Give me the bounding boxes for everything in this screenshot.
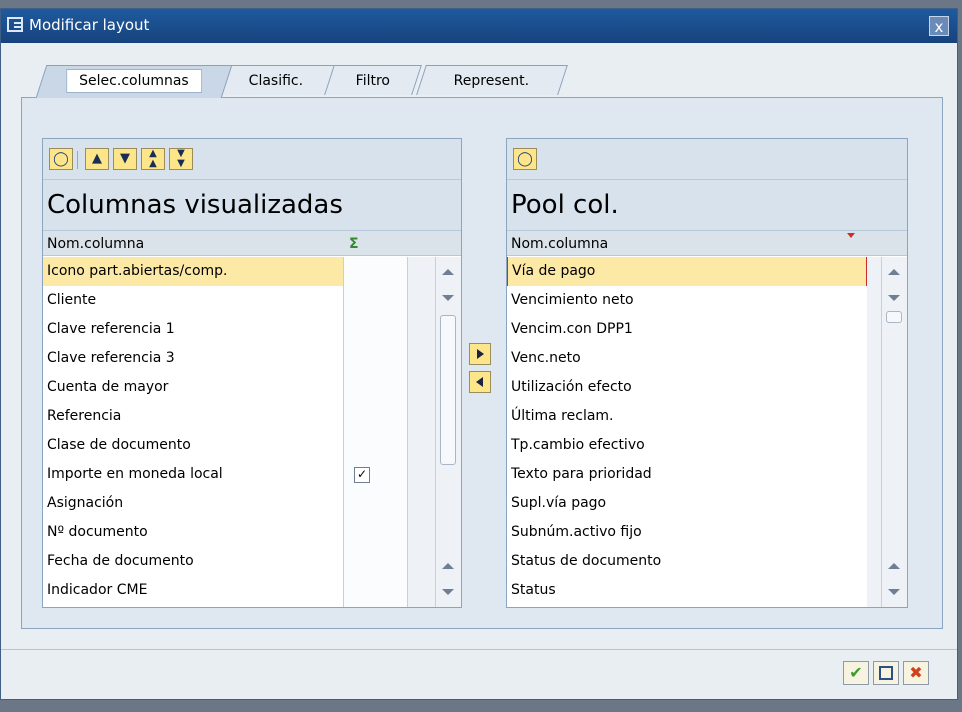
scroll-thumb[interactable]: [440, 315, 456, 465]
list-item[interactable]: Vencim.con DPP1: [507, 315, 867, 344]
tab-label: Filtro: [355, 73, 390, 89]
modify-layout-dialog: Modificar layout x Clasific. Filtro Repr…: [0, 8, 958, 700]
list-item[interactable]: Texto para prioridad: [507, 460, 867, 489]
tab-clasific[interactable]: Clasific.: [216, 65, 336, 95]
arrow-right-icon: [477, 349, 484, 359]
list-item[interactable]: Clave referencia 3: [43, 344, 343, 373]
cancel-button[interactable]: ✖: [903, 661, 929, 685]
title-bar: Modificar layout x: [1, 9, 957, 43]
sum-checkbox[interactable]: ✓: [354, 467, 370, 483]
tab-filtro[interactable]: Filtro: [324, 65, 422, 95]
right-column-header[interactable]: Nom.columna: [507, 230, 881, 256]
tab-label: Clasific.: [248, 73, 303, 89]
scroll-up-icon[interactable]: [888, 563, 900, 569]
left-toolbar: ◯ ▲ ▼ ▲ ▲ ▼ ▼: [43, 139, 461, 180]
sort-indicator-icon: [847, 233, 855, 238]
window-icon: [7, 17, 23, 32]
scroll-down-icon[interactable]: [888, 295, 900, 301]
right-heading: Pool col.: [507, 180, 907, 230]
list-item[interactable]: Nº documento: [43, 518, 343, 547]
left-heading: Columnas visualizadas: [43, 180, 461, 230]
sum-column: ✓: [343, 257, 408, 607]
left-scrollbar[interactable]: [435, 257, 461, 607]
column-pool-list: ◯ Pool col. Nom.columna Vía de pago Venc…: [506, 138, 908, 608]
list-item[interactable]: Cuenta de mayor: [43, 373, 343, 402]
list-item[interactable]: Clase de documento: [43, 431, 343, 460]
ok-button[interactable]: ✔: [843, 661, 869, 685]
toolbar-divider: [77, 151, 78, 169]
list-item[interactable]: Status de documento: [507, 547, 867, 576]
left-header-filler: [435, 230, 461, 256]
right-toolbar: ◯: [507, 139, 907, 180]
arrow-left-icon: [476, 377, 483, 387]
sigma-icon: Σ: [349, 236, 359, 252]
tab-represent[interactable]: Represent.: [416, 65, 568, 95]
list-item[interactable]: Venc.neto: [507, 344, 867, 373]
right-header-filler: [881, 230, 907, 256]
right-column-header-label: Nom.columna: [511, 236, 609, 252]
window-title: Modificar layout: [29, 16, 150, 34]
tab-selec-columnas[interactable]: Selec.columnas: [35, 65, 233, 98]
save-button[interactable]: [873, 661, 899, 685]
list-item[interactable]: Fecha de documento: [43, 547, 343, 576]
move-right-button[interactable]: [469, 343, 491, 365]
list-item[interactable]: Vencimiento neto: [507, 286, 867, 315]
right-row-spacer: [867, 257, 881, 607]
scroll-thumb[interactable]: [886, 311, 902, 323]
arrow-up-icon[interactable]: ▲: [85, 148, 109, 170]
sum-column-header[interactable]: Σ: [343, 230, 435, 256]
list-item[interactable]: Icono part.abiertas/comp.: [43, 257, 343, 286]
binoculars-icon[interactable]: ◯: [513, 148, 537, 170]
list-item[interactable]: Vía de pago: [507, 257, 867, 286]
cancel-icon: ✖: [909, 663, 923, 682]
arrow-bottom-icon[interactable]: ▼ ▼: [169, 148, 193, 170]
scroll-up-icon[interactable]: [888, 269, 900, 275]
scroll-up-icon[interactable]: [442, 563, 454, 569]
scroll-down-icon[interactable]: [442, 589, 454, 595]
scroll-up-icon[interactable]: [442, 269, 454, 275]
list-item[interactable]: Supl.vía pago: [507, 489, 867, 518]
checkmark-icon: ✔: [849, 663, 863, 682]
list-item[interactable]: Subnúm.activo fijo: [507, 518, 867, 547]
binoculars-icon[interactable]: ◯: [49, 148, 73, 170]
scroll-down-icon[interactable]: [442, 295, 454, 301]
footer-divider: [1, 649, 957, 650]
tab-label: Selec.columnas: [66, 69, 202, 93]
arrow-top-icon[interactable]: ▲ ▲: [141, 148, 165, 170]
list-item[interactable]: Utilización efecto: [507, 373, 867, 402]
list-item[interactable]: Indicador CME: [43, 576, 343, 605]
sum-column-spacer: [407, 257, 436, 607]
arrow-down-icon[interactable]: ▼: [113, 148, 137, 170]
list-item[interactable]: Cliente: [43, 286, 343, 315]
right-rows: Vía de pago Vencimiento neto Vencim.con …: [507, 257, 867, 605]
save-icon: [879, 666, 893, 680]
list-item[interactable]: Importe en moneda local: [43, 460, 343, 489]
right-scrollbar[interactable]: [881, 257, 907, 607]
list-item[interactable]: Referencia: [43, 402, 343, 431]
list-item[interactable]: Status: [507, 576, 867, 605]
left-column-header[interactable]: Nom.columna: [43, 230, 343, 256]
close-button[interactable]: x: [929, 16, 949, 36]
move-left-button[interactable]: [469, 371, 491, 393]
list-item[interactable]: Última reclam.: [507, 402, 867, 431]
displayed-columns-list: ◯ ▲ ▼ ▲ ▲ ▼ ▼ Columnas visualizadas Nom.co…: [42, 138, 462, 608]
tab-panel: ◯ ▲ ▼ ▲ ▲ ▼ ▼ Columnas visualizadas Nom.co…: [21, 97, 943, 629]
list-item[interactable]: Tp.cambio efectivo: [507, 431, 867, 460]
list-item[interactable]: Clave referencia 1: [43, 315, 343, 344]
scroll-down-icon[interactable]: [888, 589, 900, 595]
list-item[interactable]: Asignación: [43, 489, 343, 518]
left-rows: Icono part.abiertas/comp. Cliente Clave …: [43, 257, 343, 605]
tab-label: Represent.: [453, 73, 530, 89]
